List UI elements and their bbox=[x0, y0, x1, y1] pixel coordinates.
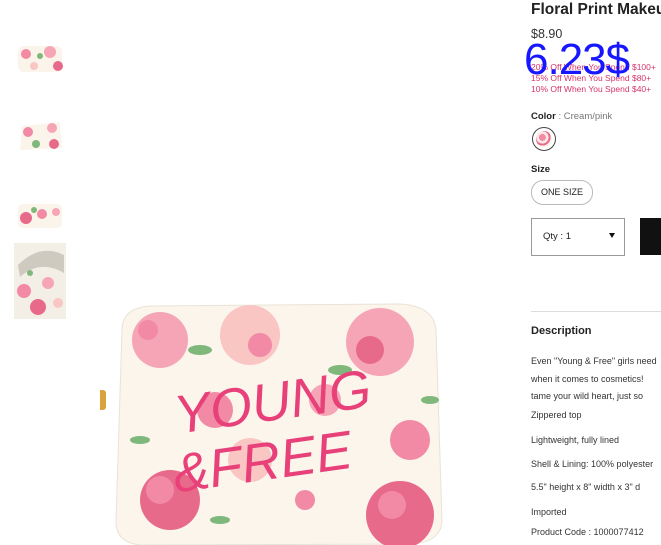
chevron-down-icon bbox=[609, 233, 615, 238]
thumbnail-4[interactable] bbox=[14, 243, 66, 319]
size-option-button[interactable]: ONE SIZE bbox=[531, 180, 593, 205]
color-value: Cream/pink bbox=[563, 111, 613, 122]
color-label-text: Color bbox=[531, 111, 556, 122]
thumbnail-1[interactable] bbox=[14, 38, 66, 86]
product-image: YOUNG &FREE bbox=[100, 290, 450, 545]
color-sep: : bbox=[555, 111, 564, 122]
description-line: tame your wild heart, just so bbox=[531, 391, 644, 401]
description-line: Product Code : 1000077412 bbox=[531, 527, 644, 537]
description-line: Shell & Lining: 100% polyester bbox=[531, 459, 654, 469]
color-swatch[interactable] bbox=[532, 127, 556, 151]
promo-line-3: 10% Off When You Spend $40+ bbox=[531, 84, 652, 94]
product-title: Floral Print Makeup bbox=[531, 1, 661, 18]
description-line: when it comes to cosmetics! bbox=[531, 374, 644, 384]
swatch-pattern bbox=[536, 131, 552, 147]
description-line: Lightweight, fully lined bbox=[531, 435, 620, 445]
add-to-bag-button[interactable] bbox=[640, 218, 661, 255]
divider bbox=[531, 311, 661, 312]
description-line: Zippered top bbox=[531, 410, 582, 420]
description-line: Even "Young & Free" girls need bbox=[531, 356, 657, 366]
overlay-price: 6.23$ bbox=[524, 35, 630, 84]
thumbnail-2[interactable] bbox=[14, 112, 66, 160]
description-title: Description bbox=[531, 325, 592, 337]
quantity-select[interactable]: Qty : 1 bbox=[531, 218, 625, 256]
size-label: Size bbox=[531, 164, 551, 175]
quantity-label: Qty : 1 bbox=[543, 231, 571, 242]
description-line: Imported bbox=[531, 507, 567, 517]
description-line: 5.5" height x 8" width x 3" d bbox=[531, 482, 641, 492]
thumbnail-3[interactable] bbox=[14, 190, 66, 238]
color-label: Color : Cream/pink bbox=[531, 111, 612, 122]
